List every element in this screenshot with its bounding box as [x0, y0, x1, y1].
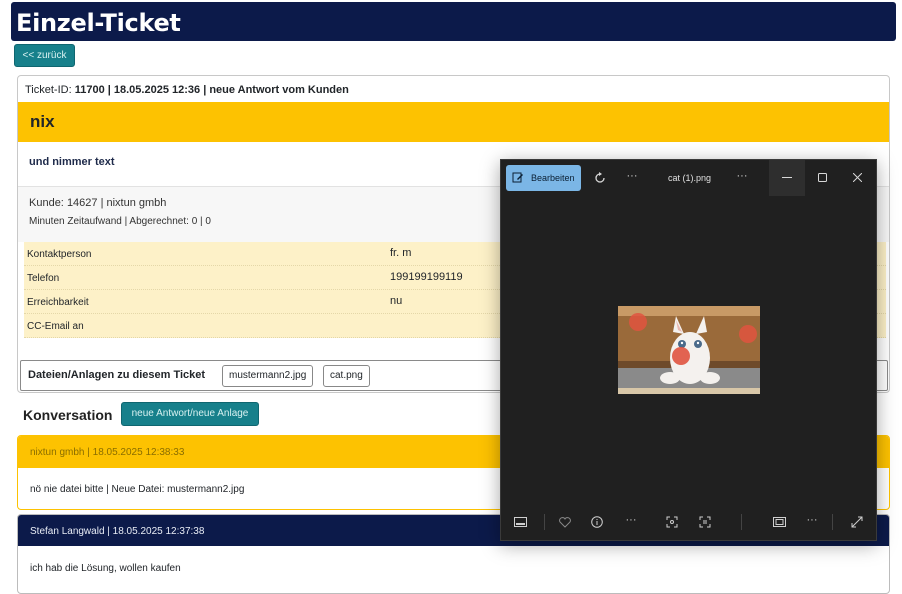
- message-text: nö nie datei bitte | Neue Datei: musterm…: [30, 484, 245, 495]
- info-value: 199199199119: [390, 271, 463, 283]
- info-key: Telefon: [27, 273, 60, 284]
- info-value: fr. m: [390, 247, 412, 259]
- info-key: Kontaktperson: [27, 249, 92, 260]
- message-author: nixtun gmbh | 18.05.2025 12:38:33: [30, 447, 185, 458]
- info-key: CC-Email an: [27, 321, 84, 332]
- ticket-body: und nimmer text: [29, 156, 115, 168]
- message-author: Stefan Langwald | 18.05.2025 12:37:38: [30, 526, 205, 537]
- close-icon[interactable]: [853, 173, 862, 182]
- divider: [544, 514, 545, 530]
- favorite-icon[interactable]: [559, 517, 571, 528]
- more-icon[interactable]: ···: [624, 170, 640, 182]
- photo-viewer-window[interactable]: Bearbeiten ··· cat (1).png ··· ··· ···: [500, 159, 877, 541]
- info-value: nu: [390, 295, 403, 307]
- edit-icon: [512, 172, 523, 183]
- ticket-subject: nix: [30, 112, 55, 131]
- customer-value: 14627 | nixtun gmbh: [66, 197, 167, 209]
- ticket-meta: Ticket-ID: 11700 | 18.05.2025 12:36 | ne…: [25, 84, 349, 96]
- divider: [741, 514, 742, 530]
- rotate-icon[interactable]: [593, 171, 607, 185]
- viewer-titlebar[interactable]: Bearbeiten ··· cat (1).png ···: [501, 160, 876, 196]
- back-button[interactable]: << zurück: [14, 44, 75, 67]
- ticket-id-label: Ticket-ID:: [25, 84, 72, 96]
- fit-icon[interactable]: [773, 517, 786, 527]
- more-icon[interactable]: ···: [623, 514, 639, 526]
- more-icon[interactable]: ···: [734, 170, 750, 182]
- crop-icon[interactable]: [666, 516, 678, 528]
- new-reply-button[interactable]: neue Antwort/neue Anlage: [121, 402, 259, 426]
- ticket-subject-bar: nix: [18, 102, 889, 142]
- viewer-title: cat (1).png: [668, 173, 712, 183]
- customer-line: Kunde: 14627 | nixtun gmbh: [29, 197, 166, 209]
- message-text: ich hab die Lösung, wollen kaufen: [30, 563, 181, 574]
- minimize-icon: [782, 177, 792, 178]
- edit-label: Bearbeiten: [531, 173, 575, 183]
- fullscreen-icon[interactable]: [851, 516, 863, 528]
- conversation-title: Konversation: [23, 407, 113, 423]
- info-key: Erreichbarkeit: [27, 297, 89, 308]
- attachment-link[interactable]: cat.png: [323, 365, 370, 387]
- page-title: Einzel-Ticket: [16, 9, 181, 37]
- edit-button[interactable]: Bearbeiten: [506, 165, 581, 191]
- attachments-label: Dateien/Anlagen zu diesem Ticket: [28, 369, 206, 381]
- attachment-link[interactable]: mustermann2.jpg: [222, 365, 314, 387]
- customer-label: Kunde:: [29, 197, 64, 209]
- info-icon[interactable]: [591, 516, 603, 528]
- cat-image: [618, 306, 760, 394]
- ticket-id-line: 11700 | 18.05.2025 12:36 | neue Antwort …: [74, 84, 349, 96]
- page-header: Einzel-Ticket: [11, 2, 896, 41]
- maximize-icon[interactable]: [818, 173, 827, 182]
- divider: [832, 514, 833, 530]
- viewer-bottombar: ··· ···: [501, 504, 876, 540]
- filmstrip-icon[interactable]: [514, 517, 527, 527]
- time-spent: Minuten Zeitaufwand | Abgerechnet: 0 | 0: [29, 216, 211, 227]
- minimize-button[interactable]: [769, 160, 805, 196]
- more-icon[interactable]: ···: [804, 514, 820, 526]
- text-scan-icon[interactable]: [699, 516, 711, 528]
